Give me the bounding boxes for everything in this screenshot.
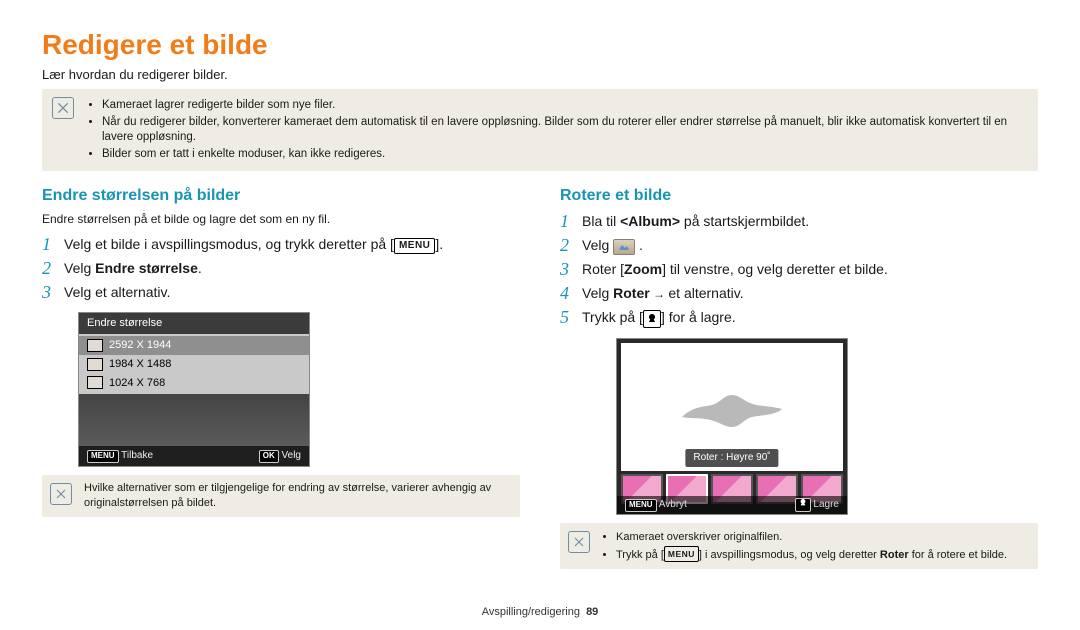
- step-text: Bla til <Album> på startskjermbildet.: [582, 212, 809, 231]
- step-text: Velg Endre størrelse.: [64, 259, 202, 278]
- rotate-note: Kameraet overskriver originalfilen. Tryk…: [560, 523, 1038, 570]
- footbar-left: MENU Tilbake: [87, 449, 153, 463]
- rotate-tooltip: Roter : Høyre 90˚: [685, 449, 778, 467]
- step-number: 2: [560, 236, 572, 254]
- step-text: Trykk på [] for å lagre.: [582, 308, 736, 328]
- viewfinder: Roter : Høyre 90˚: [621, 343, 843, 471]
- note-item: Når du redigerer bilder, konverterer kam…: [102, 115, 1028, 146]
- menu-button-label: MENU: [664, 546, 699, 562]
- screen-title: Endre størrelse: [79, 313, 309, 334]
- save-icon: [643, 310, 661, 328]
- section-subintro: Endre størrelsen på et bilde og lagre de…: [42, 211, 520, 227]
- step-number: 1: [42, 235, 54, 253]
- resize-note: Hvilke alternativer som er tilgjengelige…: [42, 475, 520, 517]
- note-icon: [52, 97, 74, 119]
- thumbnail-icon: [87, 358, 103, 371]
- step-number: 5: [560, 308, 572, 326]
- footbar-right: Lagre: [795, 498, 839, 512]
- section-heading-rotate: Rotere et bilde: [560, 185, 1038, 207]
- step-number: 4: [560, 284, 572, 302]
- note-item: Kameraet lagrer redigerte bilder som nye…: [102, 98, 1028, 114]
- note-item: Trykk på [MENU] i avspillingsmodus, og v…: [616, 546, 1007, 563]
- page-title: Redigere et bilde: [42, 26, 1038, 64]
- resolution-row[interactable]: 1984 X 1488: [79, 355, 309, 374]
- note-icon: [50, 483, 72, 505]
- resolution-row[interactable]: 1024 X 768: [79, 374, 309, 393]
- menu-button-label: MENU: [394, 238, 435, 254]
- step-number: 1: [560, 212, 572, 230]
- step-text: Velg et bilde i avspillingsmodus, og try…: [64, 235, 443, 254]
- rotate-camera-screen: Roter : Høyre 90˚ MENU Avbryt Lagre: [616, 338, 848, 515]
- menu-button-small: MENU: [625, 499, 657, 512]
- step-text: Velg et alternativ.: [64, 283, 170, 302]
- section-heading-resize: Endre størrelsen på bilder: [42, 185, 520, 207]
- menu-button-small: MENU: [87, 450, 119, 463]
- step-number: 3: [560, 260, 572, 278]
- footbar-right: OK Velg: [259, 449, 301, 463]
- top-note: Kameraet lagrer redigerte bilder som nye…: [42, 89, 1038, 171]
- step-number: 2: [42, 259, 54, 277]
- page-footer: Avspilling/redigering 89: [0, 605, 1080, 620]
- footbar-left: MENU Avbryt: [625, 498, 687, 512]
- resolution-label: 2592 X 1944: [109, 338, 171, 353]
- resize-camera-screen: Endre størrelse 2592 X 1944 1984 X 1488 …: [78, 312, 310, 467]
- step-text: Roter [Zoom] til venstre, og velg derett…: [582, 260, 888, 279]
- note-item: Bilder som er tatt i enkelte moduser, ka…: [102, 147, 1028, 163]
- edit-icon: [613, 239, 635, 255]
- step-text: Velg .: [582, 236, 643, 255]
- resolution-label: 1984 X 1488: [109, 357, 171, 372]
- step-text: Velg Roter → et alternativ.: [582, 284, 744, 303]
- thumbnail-icon: [87, 339, 103, 352]
- ok-button-small: OK: [259, 450, 279, 463]
- note-icon: [568, 531, 590, 553]
- note-text: Hvilke alternativer som er tilgjengelige…: [84, 481, 512, 511]
- thumbnail-icon: [87, 376, 103, 389]
- save-button-small: [795, 498, 811, 512]
- resolution-row[interactable]: 2592 X 1944: [79, 336, 309, 355]
- intro-text: Lær hvordan du redigerer bilder.: [42, 66, 1038, 84]
- step-number: 3: [42, 283, 54, 301]
- resolution-label: 1024 X 768: [109, 376, 165, 391]
- phantom-figure-icon: [672, 377, 792, 437]
- note-item: Kameraet overskriver originalfilen.: [616, 530, 1007, 545]
